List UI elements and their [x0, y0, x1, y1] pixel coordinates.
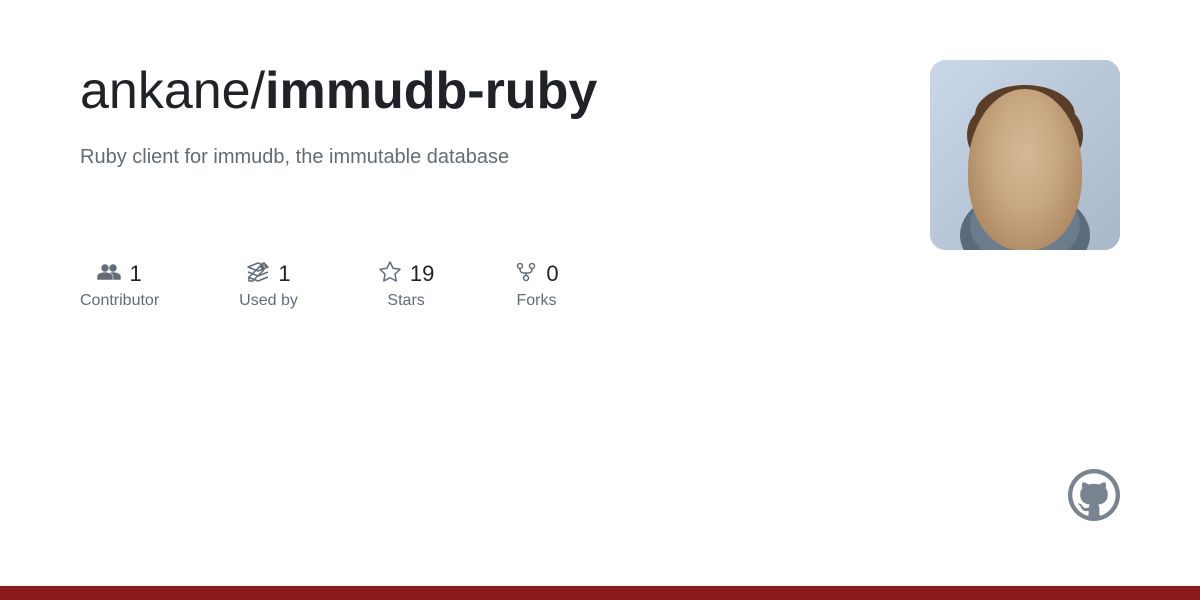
stat-forks[interactable]: 0 Forks — [514, 260, 558, 310]
stats-row: 1 Contributor 1 Used by — [80, 260, 1120, 310]
github-logo[interactable] — [1068, 469, 1120, 526]
stat-stars-top: 19 — [378, 260, 434, 288]
repo-title: ankane/immudb-ruby — [80, 60, 830, 122]
used-by-count: 1 — [278, 261, 290, 287]
stat-used-by-top: 1 — [246, 260, 290, 288]
repo-description: Ruby client for immudb, the immutable da… — [80, 146, 890, 169]
star-icon — [378, 260, 402, 288]
avatar-container — [930, 60, 1120, 250]
fork-icon — [514, 260, 538, 288]
avatar-image — [930, 60, 1120, 250]
stat-forks-top: 0 — [514, 260, 558, 288]
repo-owner[interactable]: ankane/ — [80, 62, 265, 120]
repo-name[interactable]: immudb-ruby — [265, 62, 597, 120]
stars-label: Stars — [387, 292, 424, 310]
forks-label: Forks — [516, 292, 556, 310]
repo-title-section: ankane/immudb-ruby Ruby client for immud… — [80, 60, 890, 219]
repo-header: ankane/immudb-ruby Ruby client for immud… — [80, 60, 1120, 250]
stat-stars[interactable]: 19 Stars — [378, 260, 434, 310]
people-icon — [97, 260, 121, 288]
bottom-bar — [0, 586, 1200, 600]
avatar[interactable] — [930, 60, 1120, 250]
stars-count: 19 — [410, 261, 434, 287]
used-by-label: Used by — [239, 292, 298, 310]
main-content: ankane/immudb-ruby Ruby client for immud… — [0, 0, 1200, 586]
package-icon — [246, 260, 270, 288]
contributors-label: Contributor — [80, 292, 159, 310]
stat-contributors-top: 1 — [97, 260, 141, 288]
stat-contributors[interactable]: 1 Contributor — [80, 260, 159, 310]
stat-used-by[interactable]: 1 Used by — [239, 260, 298, 310]
contributors-count: 1 — [129, 261, 141, 287]
forks-count: 0 — [546, 261, 558, 287]
avatar-svg — [930, 60, 1120, 250]
